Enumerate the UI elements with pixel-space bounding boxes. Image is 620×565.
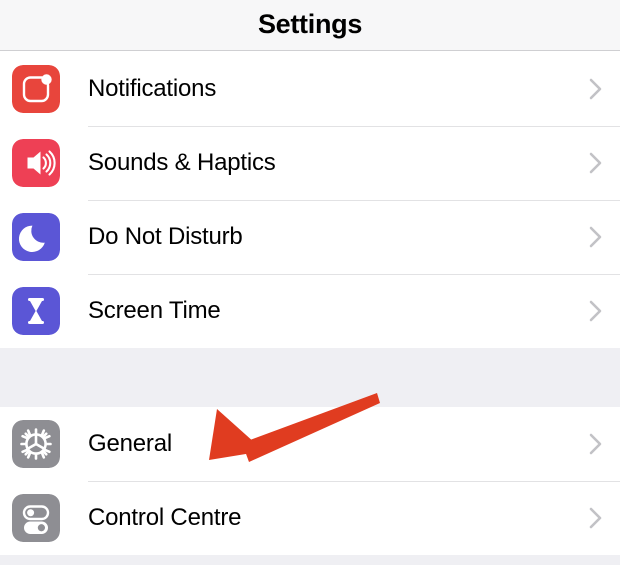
settings-row-general[interactable]: General	[0, 407, 620, 481]
gear-icon	[12, 420, 60, 468]
settings-group-two: General Control Centre	[0, 407, 620, 555]
icon-container	[0, 420, 88, 468]
icon-container	[0, 287, 88, 335]
settings-row-label: General	[88, 430, 172, 457]
notifications-icon	[12, 65, 60, 113]
settings-row-label: Control Centre	[88, 504, 242, 531]
chevron-right-icon	[589, 77, 620, 101]
chevron-right-icon	[589, 225, 620, 249]
settings-row-screen-time[interactable]: Screen Time	[0, 274, 620, 348]
settings-row-label: Do Not Disturb	[88, 223, 243, 250]
icon-container	[0, 213, 88, 261]
settings-row-label: Notifications	[88, 75, 217, 102]
settings-row-notifications[interactable]: Notifications	[0, 52, 620, 126]
hourglass-icon	[12, 287, 60, 335]
icon-container	[0, 65, 88, 113]
chevron-right-icon	[589, 299, 620, 323]
settings-row-label: Sounds & Haptics	[88, 149, 276, 176]
settings-row-label: Screen Time	[88, 297, 221, 324]
page-title: Settings	[257, 8, 363, 39]
settings-row-control-centre[interactable]: Control Centre	[0, 481, 620, 555]
chevron-right-icon	[589, 151, 620, 175]
chevron-right-icon	[589, 432, 620, 456]
settings-row-do-not-disturb[interactable]: Do Not Disturb	[0, 200, 620, 274]
navigation-bar: Settings	[0, 0, 620, 51]
icon-container	[0, 139, 88, 187]
toggles-icon	[12, 494, 60, 542]
settings-row-sounds-haptics[interactable]: Sounds & Haptics	[0, 126, 620, 200]
speaker-waves-icon	[12, 139, 60, 187]
icon-container	[0, 494, 88, 542]
group-separator	[0, 348, 620, 407]
chevron-right-icon	[589, 506, 620, 530]
settings-screen: Settings Notifications Sounds & Haptics …	[0, 0, 620, 565]
crescent-moon-icon	[12, 213, 60, 261]
settings-group-one: Notifications Sounds & Haptics Do Not Di…	[0, 52, 620, 348]
settings-list[interactable]: Notifications Sounds & Haptics Do Not Di…	[0, 52, 620, 565]
